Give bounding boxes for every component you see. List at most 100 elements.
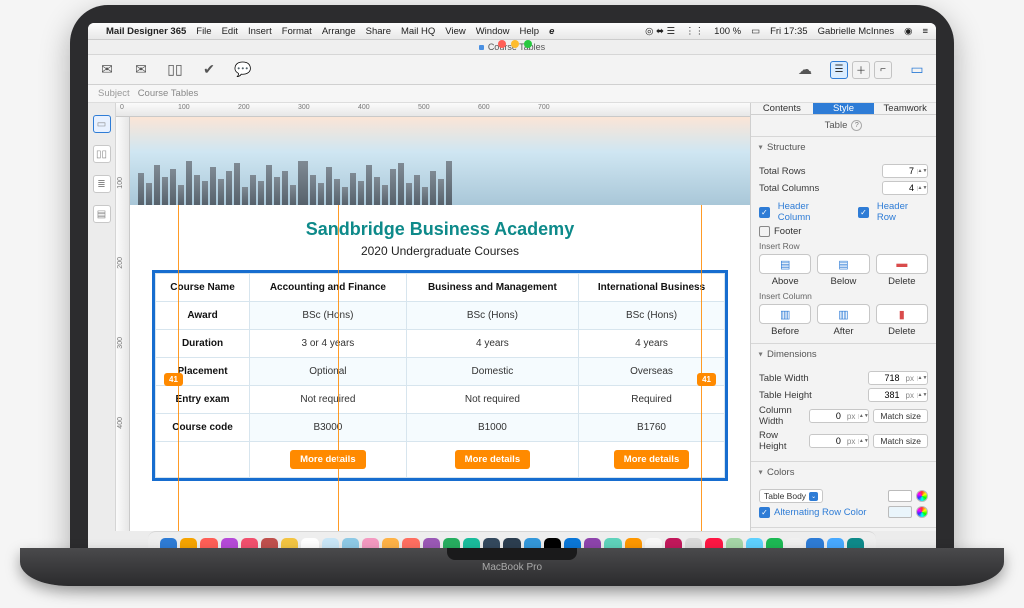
- cloud-icon[interactable]: ☁: [796, 61, 814, 79]
- match-row-height-button[interactable]: Match size: [873, 434, 928, 448]
- subject-value[interactable]: Course Tables: [138, 88, 199, 99]
- alt-color-swatch[interactable]: [888, 506, 912, 518]
- window-titlebar: Course Tables: [88, 40, 936, 55]
- editor-canvas[interactable]: 0 100 200 300 400 500 600 700 100 200 30…: [116, 103, 750, 531]
- help-icon[interactable]: ?: [851, 120, 862, 131]
- skyline-graphic: [130, 159, 750, 205]
- table-height-stepper[interactable]: px▲▼: [868, 388, 928, 402]
- inspector-panel: Contents Style Teamwork Table ? Structur…: [750, 103, 936, 531]
- tab-style[interactable]: Style: [813, 103, 875, 114]
- insert-col-label: Insert Column: [759, 291, 928, 301]
- more-details-button[interactable]: More details: [290, 450, 365, 469]
- col-header[interactable]: Course Name: [156, 274, 250, 302]
- stamp-icon[interactable]: ✉: [98, 61, 116, 79]
- inspector-mode-segment[interactable]: ☰ ＋ ⌐: [830, 61, 892, 79]
- subject-label: Subject: [98, 88, 130, 99]
- color-picker-icon[interactable]: [916, 490, 928, 502]
- status-icons: ◎ ⬌ ☰: [645, 26, 675, 37]
- footer-checkbox[interactable]: [759, 226, 770, 237]
- insert-col-after-button[interactable]: ▥: [817, 304, 869, 324]
- layout-blocks-icon[interactable]: ▤: [93, 205, 111, 223]
- section-structure: Structure Total Rows ▲▼ Total Columns ▲▼…: [751, 136, 936, 343]
- menubar-user[interactable]: Gabrielle McInnes: [818, 26, 895, 37]
- equinux-icon[interactable]: e: [549, 26, 554, 37]
- window-zoom[interactable]: [524, 40, 532, 48]
- subject-bar: Subject Course Tables: [88, 85, 936, 103]
- menu-arrange[interactable]: Arrange: [322, 26, 356, 37]
- layout-mobile-icon[interactable]: ▯▯: [93, 145, 111, 163]
- section-dimensions: Dimensions Table Width px▲▼ Table Height…: [751, 343, 936, 461]
- column-width-stepper[interactable]: px▲▼: [809, 409, 869, 423]
- table-header-row: Course Name Accounting and Finance Busin…: [156, 274, 725, 302]
- device-preview-icon[interactable]: ▯▯: [166, 61, 184, 79]
- col-header[interactable]: Business and Management: [406, 274, 578, 302]
- total-cols-stepper[interactable]: ▲▼: [882, 181, 928, 195]
- layout-text-icon[interactable]: ≣: [93, 175, 111, 193]
- inspector-add-icon[interactable]: ＋: [852, 61, 870, 79]
- app-name[interactable]: Mail Designer 365: [106, 26, 186, 37]
- table-row-buttons: More details More details More details: [156, 442, 725, 478]
- stamp2-icon[interactable]: ✉: [132, 61, 150, 79]
- delete-col-button[interactable]: ▮: [876, 304, 928, 324]
- guide-handle-left[interactable]: 41: [164, 373, 183, 386]
- wifi-icon[interactable]: ⋮⋮: [685, 26, 704, 37]
- more-details-button[interactable]: More details: [614, 450, 689, 469]
- tab-teamwork[interactable]: Teamwork: [874, 103, 936, 114]
- header-column-checkbox[interactable]: ✓: [759, 207, 770, 218]
- color-swatch[interactable]: [888, 490, 912, 502]
- menu-window[interactable]: Window: [476, 26, 510, 37]
- vertical-ruler: 100 200 300 400: [116, 117, 130, 531]
- laptop-label: MacBook Pro: [482, 562, 542, 573]
- battery-status[interactable]: 100 %: [714, 26, 741, 37]
- email-page[interactable]: 41 41 Sandbridge Business Academy 2020 U…: [130, 117, 750, 531]
- alternating-row-checkbox[interactable]: ✓: [759, 507, 770, 518]
- inspector-layout-icon[interactable]: ⌐: [874, 61, 892, 79]
- total-rows-label: Total Rows: [759, 166, 878, 177]
- guide-handle-right[interactable]: 41: [697, 373, 716, 386]
- section-colors: Colors Table Body⌄ ✓ Alternating Row Col…: [751, 461, 936, 527]
- page-heading[interactable]: Sandbridge Business Academy: [130, 205, 750, 242]
- battery-icon: ▭: [751, 26, 760, 37]
- tab-contents[interactable]: Contents: [751, 103, 813, 114]
- inspector-format-icon[interactable]: ☰: [830, 61, 848, 79]
- app-toolbar: ✉ ✉ ▯▯ ✔ 💬 ☁ ☰ ＋ ⌐ ▭: [88, 55, 936, 85]
- header-row-checkbox[interactable]: ✓: [858, 207, 869, 218]
- check-icon[interactable]: ✔: [200, 61, 218, 79]
- alt-color-picker-icon[interactable]: [916, 506, 928, 518]
- hero-image[interactable]: [130, 117, 750, 205]
- insert-row-above-button[interactable]: ▤: [759, 254, 811, 274]
- col-header[interactable]: International Business: [579, 274, 725, 302]
- inspector-object-label: Table: [825, 120, 848, 131]
- menu-mailhq[interactable]: Mail HQ: [401, 26, 435, 37]
- delete-row-button[interactable]: ▬: [876, 254, 928, 274]
- color-target-select[interactable]: Table Body⌄: [759, 489, 823, 503]
- layout-desktop-icon[interactable]: ▭: [93, 115, 111, 133]
- chat-icon[interactable]: 💬: [234, 61, 252, 79]
- notification-center-icon[interactable]: ≡: [922, 26, 928, 37]
- inspector-toggle-icon[interactable]: ▭: [908, 61, 926, 79]
- menu-format[interactable]: Format: [282, 26, 312, 37]
- macos-menubar: Mail Designer 365 File Edit Insert Forma…: [88, 23, 936, 40]
- page-subheading[interactable]: 2020 Undergraduate Courses: [130, 242, 750, 270]
- row-height-stepper[interactable]: px▲▼: [809, 434, 869, 448]
- more-details-button[interactable]: More details: [455, 450, 530, 469]
- insert-col-before-button[interactable]: ▥: [759, 304, 811, 324]
- window-minimize[interactable]: [511, 40, 519, 48]
- horizontal-ruler: 0 100 200 300 400 500 600 700: [116, 103, 750, 117]
- menubar-clock[interactable]: Fri 17:35: [770, 26, 808, 37]
- menu-share[interactable]: Share: [366, 26, 391, 37]
- total-cols-label: Total Columns: [759, 183, 878, 194]
- col-header[interactable]: Accounting and Finance: [250, 274, 407, 302]
- course-table[interactable]: Course Name Accounting and Finance Busin…: [152, 270, 728, 481]
- menu-view[interactable]: View: [445, 26, 465, 37]
- match-col-width-button[interactable]: Match size: [873, 409, 928, 423]
- menu-file[interactable]: File: [196, 26, 211, 37]
- menu-help[interactable]: Help: [520, 26, 540, 37]
- total-rows-stepper[interactable]: ▲▼: [882, 164, 928, 178]
- menu-edit[interactable]: Edit: [222, 26, 238, 37]
- siri-icon[interactable]: ◉: [904, 26, 912, 37]
- insert-row-below-button[interactable]: ▤: [817, 254, 869, 274]
- window-close[interactable]: [498, 40, 506, 48]
- menu-insert[interactable]: Insert: [248, 26, 272, 37]
- table-width-stepper[interactable]: px▲▼: [868, 371, 928, 385]
